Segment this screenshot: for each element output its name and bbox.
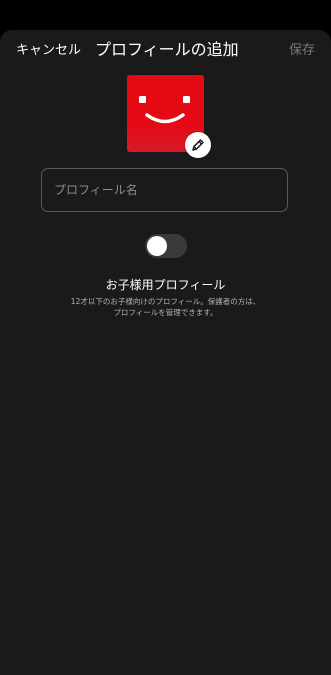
kids-profile-title: お子様用プロフィール [105, 278, 226, 292]
cancel-button[interactable]: キャンセル [16, 39, 81, 58]
kids-profile-toggle[interactable] [145, 234, 187, 258]
kids-profile-description: 12才以下のお子様向けのプロフィール。保護者の方は、 プロフィールを管理できます… [0, 296, 331, 318]
header-bar: キャンセル プロフィールの追加 保存 [0, 36, 331, 60]
toggle-knob [147, 236, 167, 256]
pencil-icon [192, 139, 204, 151]
profile-name-input[interactable] [54, 169, 279, 211]
profile-name-field[interactable] [41, 168, 288, 212]
kids-profile-description-line2: プロフィールを管理できます。 [113, 308, 218, 317]
kids-profile-description-line1: 12才以下のお子様向けのプロフィール。保護者の方は、 [70, 297, 261, 306]
edit-avatar-button[interactable] [185, 132, 211, 158]
save-button[interactable]: 保存 [289, 39, 315, 58]
page-title: プロフィールの追加 [95, 40, 239, 59]
